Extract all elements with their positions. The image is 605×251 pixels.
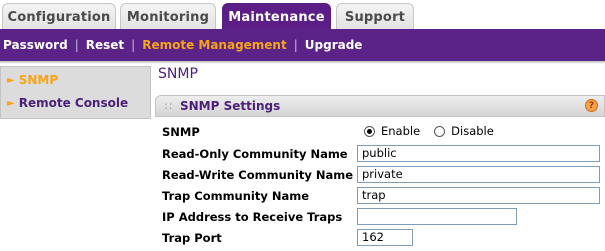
snmp-disable-radio[interactable] [434, 125, 446, 137]
subnav-upgrade[interactable]: Upgrade [305, 38, 363, 52]
trap-community-label: Trap Community Name [162, 189, 310, 203]
snmp-radio-group: Enable Disable [364, 124, 494, 138]
section-title: SNMP Settings [180, 99, 281, 113]
subnav-password[interactable]: Password [3, 38, 68, 52]
trap-port-input[interactable]: 162 [357, 229, 413, 246]
snmp-label: SNMP [162, 125, 200, 139]
page-title: SNMP [158, 66, 198, 82]
trap-ip-input[interactable] [357, 208, 517, 225]
trap-port-label: Trap Port [162, 231, 222, 245]
arrow-right-icon: ► [7, 74, 15, 86]
subnav-reset[interactable]: Reset [86, 38, 124, 52]
rw-community-input[interactable]: private [357, 166, 600, 183]
grip-icon: ∷ [165, 99, 172, 113]
sub-navigation: Password | Reset | Remote Management | U… [0, 29, 605, 61]
subnav-separator: | [131, 38, 136, 52]
left-menu: ► SNMP ► Remote Console [0, 66, 151, 119]
ro-community-label: Read-Only Community Name [162, 147, 348, 161]
left-menu-item-label: SNMP [18, 73, 59, 87]
left-menu-item-remote-console[interactable]: ► Remote Console [7, 96, 128, 110]
subnav-separator: | [293, 38, 298, 52]
tab-maintenance[interactable]: Maintenance [222, 3, 331, 30]
left-menu-item-snmp[interactable]: ► SNMP [7, 73, 58, 87]
arrow-right-icon: ► [7, 97, 15, 109]
tab-configuration[interactable]: Configuration [2, 3, 116, 30]
top-tabs: Configuration Monitoring Maintenance Sup… [0, 0, 605, 30]
subnav-shadow [0, 61, 605, 64]
trap-ip-label: IP Address to Receive Traps [162, 210, 343, 224]
left-menu-item-label: Remote Console [18, 96, 129, 110]
subnav-remote-management[interactable]: Remote Management [142, 38, 287, 52]
trap-community-input[interactable]: trap [357, 187, 600, 204]
rw-community-label: Read-Write Community Name [162, 168, 354, 182]
tab-support[interactable]: Support [336, 3, 414, 30]
section-header: ∷ SNMP Settings ? [155, 95, 605, 117]
ro-community-input[interactable]: public [357, 145, 600, 162]
snmp-enable-radio[interactable] [364, 125, 375, 137]
snmp-enable-label: Enable [381, 124, 421, 138]
snmp-disable-label: Disable [451, 124, 494, 138]
help-icon[interactable]: ? [585, 99, 598, 112]
subnav-separator: | [74, 38, 79, 52]
tab-monitoring[interactable]: Monitoring [120, 3, 216, 30]
